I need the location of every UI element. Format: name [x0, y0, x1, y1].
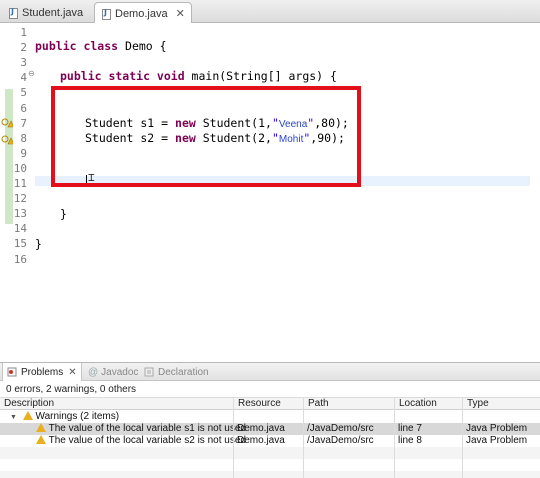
column-header-path[interactable]: Path: [303, 398, 394, 409]
line-number: 4: [20, 71, 27, 85]
problems-view: Problems ✕ @ Javadoc Declaration 0 error…: [0, 362, 540, 478]
view-tab-bar: Problems ✕ @ Javadoc Declaration: [0, 363, 540, 381]
column-header-resource[interactable]: Resource: [233, 398, 303, 409]
warning-icon: [36, 435, 46, 444]
javadoc-icon: @: [88, 366, 99, 378]
tab-label: Problems: [21, 366, 64, 378]
line-number: 1: [20, 26, 27, 39]
line-number: 12: [13, 192, 27, 206]
problem-type: Java Problem: [466, 423, 528, 434]
table-row[interactable]: The value of the local variable s2 is no…: [0, 435, 540, 447]
problem-location: line 8: [398, 435, 422, 446]
line-number: 10: [13, 161, 27, 175]
warnings-group-row[interactable]: ▼ Warnings (2 items): [0, 411, 540, 423]
column-header-description[interactable]: Description: [0, 398, 233, 409]
tab-label: Declaration: [158, 366, 209, 378]
problem-location: line 7: [398, 423, 422, 434]
code-line-15: }: [35, 237, 42, 251]
code-line-2: public class Demo {: [35, 39, 167, 53]
tab-student-java[interactable]: Student.java: [2, 2, 89, 23]
column-header-type[interactable]: Type: [462, 398, 540, 409]
declaration-icon: [144, 367, 154, 377]
warning-icon: [36, 423, 46, 432]
column-divider: [462, 397, 463, 478]
code-line-4: public static void main(String[] args) {: [60, 69, 337, 83]
line-number: 2: [20, 41, 27, 55]
problems-table-header: Description Resource Path Location Type: [0, 397, 540, 410]
problem-resource: Demo.java: [237, 423, 285, 434]
line-number: 15: [13, 237, 27, 251]
problem-path: /JavaDemo/src: [307, 435, 374, 446]
line-number: 5: [20, 86, 27, 100]
warning-icon: [22, 411, 33, 420]
problem-resource: Demo.java: [237, 435, 285, 446]
tab-label: Javadoc: [101, 366, 139, 378]
empty-row: [0, 459, 540, 471]
line-number: 9: [20, 146, 27, 160]
problem-path: /JavaDemo/src: [307, 423, 374, 434]
code-line-13: }: [60, 207, 67, 221]
problems-summary: 0 errors, 2 warnings, 0 others: [6, 384, 137, 395]
tab-demo-java[interactable]: Demo.java ✕: [94, 2, 192, 24]
warning-marker-icon[interactable]: [1, 116, 13, 128]
fold-collapse-icon[interactable]: ⊖: [28, 66, 35, 82]
group-label: Warnings (2 items): [35, 411, 120, 422]
tab-javadoc[interactable]: @ Javadoc: [84, 363, 142, 381]
editor-tab-bar: Student.java Demo.java ✕: [0, 0, 540, 24]
column-divider: [303, 397, 304, 478]
problem-description: The value of the local variable s1 is no…: [48, 423, 246, 434]
empty-row: [0, 447, 540, 459]
empty-row: [0, 471, 540, 478]
tab-label: Student.java: [22, 6, 84, 19]
problem-type: Java Problem: [466, 435, 528, 446]
column-divider: [233, 397, 234, 478]
line-number: 3: [20, 56, 27, 70]
java-file-icon: [8, 7, 18, 19]
problems-icon: [7, 367, 17, 377]
warning-marker-icon[interactable]: [1, 133, 13, 145]
line-number: 14: [13, 222, 27, 236]
close-icon[interactable]: ✕: [176, 7, 185, 20]
red-highlight-box: [51, 86, 361, 187]
table-row[interactable]: The value of the local variable s1 is no…: [0, 423, 540, 435]
tab-problems[interactable]: Problems ✕: [2, 363, 82, 381]
problem-description: The value of the local variable s2 is no…: [48, 435, 246, 446]
tab-declaration[interactable]: Declaration: [140, 363, 213, 381]
tab-label: Demo.java: [115, 7, 168, 20]
close-icon[interactable]: ✕: [68, 367, 76, 378]
java-file-icon: [101, 8, 111, 20]
line-number: 6: [20, 101, 27, 115]
code-editor[interactable]: 1 2 3 4 5 6 7 8 9 10 11 12 13 14 15 16 ⊖ public class D…: [0, 23, 540, 358]
column-header-location[interactable]: Location: [394, 398, 462, 409]
line-number: 13: [13, 207, 27, 221]
line-number: 11: [13, 177, 27, 190]
line-number: 16: [13, 252, 27, 266]
column-divider: [394, 397, 395, 478]
